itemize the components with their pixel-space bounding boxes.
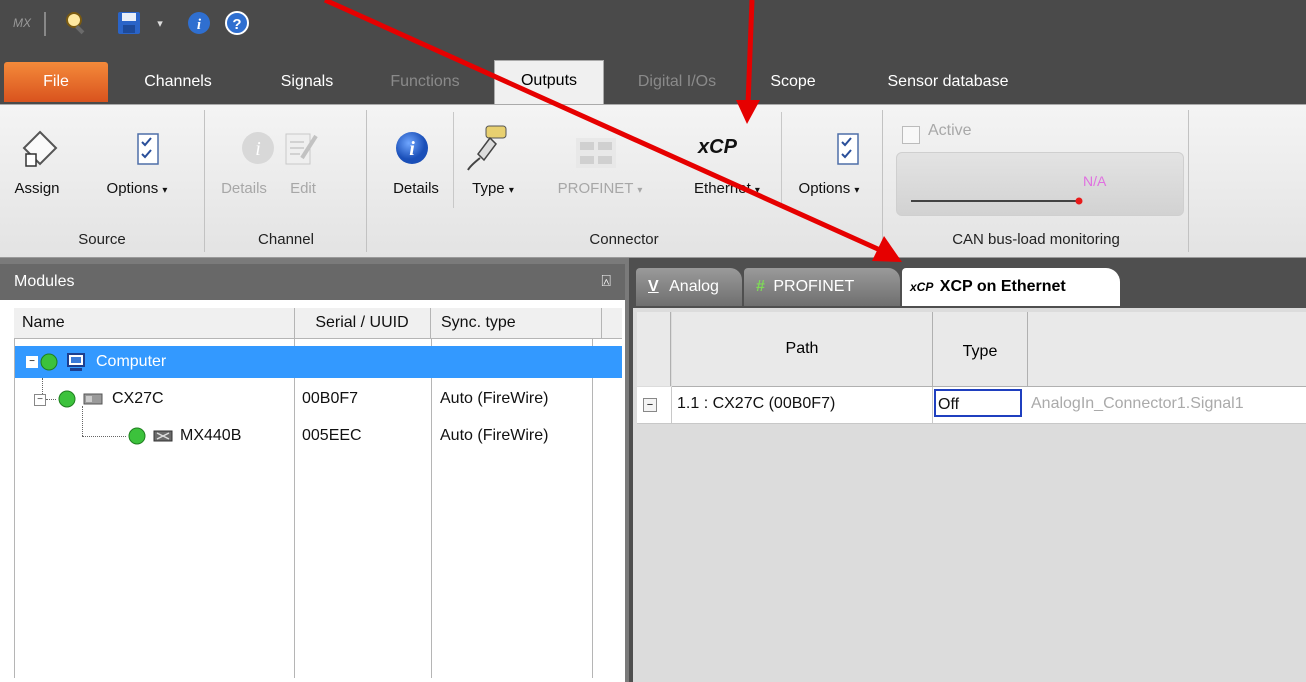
- arrow-to-xcp-tab: [323, 0, 882, 253]
- arrow-head-ethernet: [736, 100, 760, 124]
- annotation-arrows: [323, 0, 902, 262]
- arrow-to-ethernet: [745, 0, 755, 105]
